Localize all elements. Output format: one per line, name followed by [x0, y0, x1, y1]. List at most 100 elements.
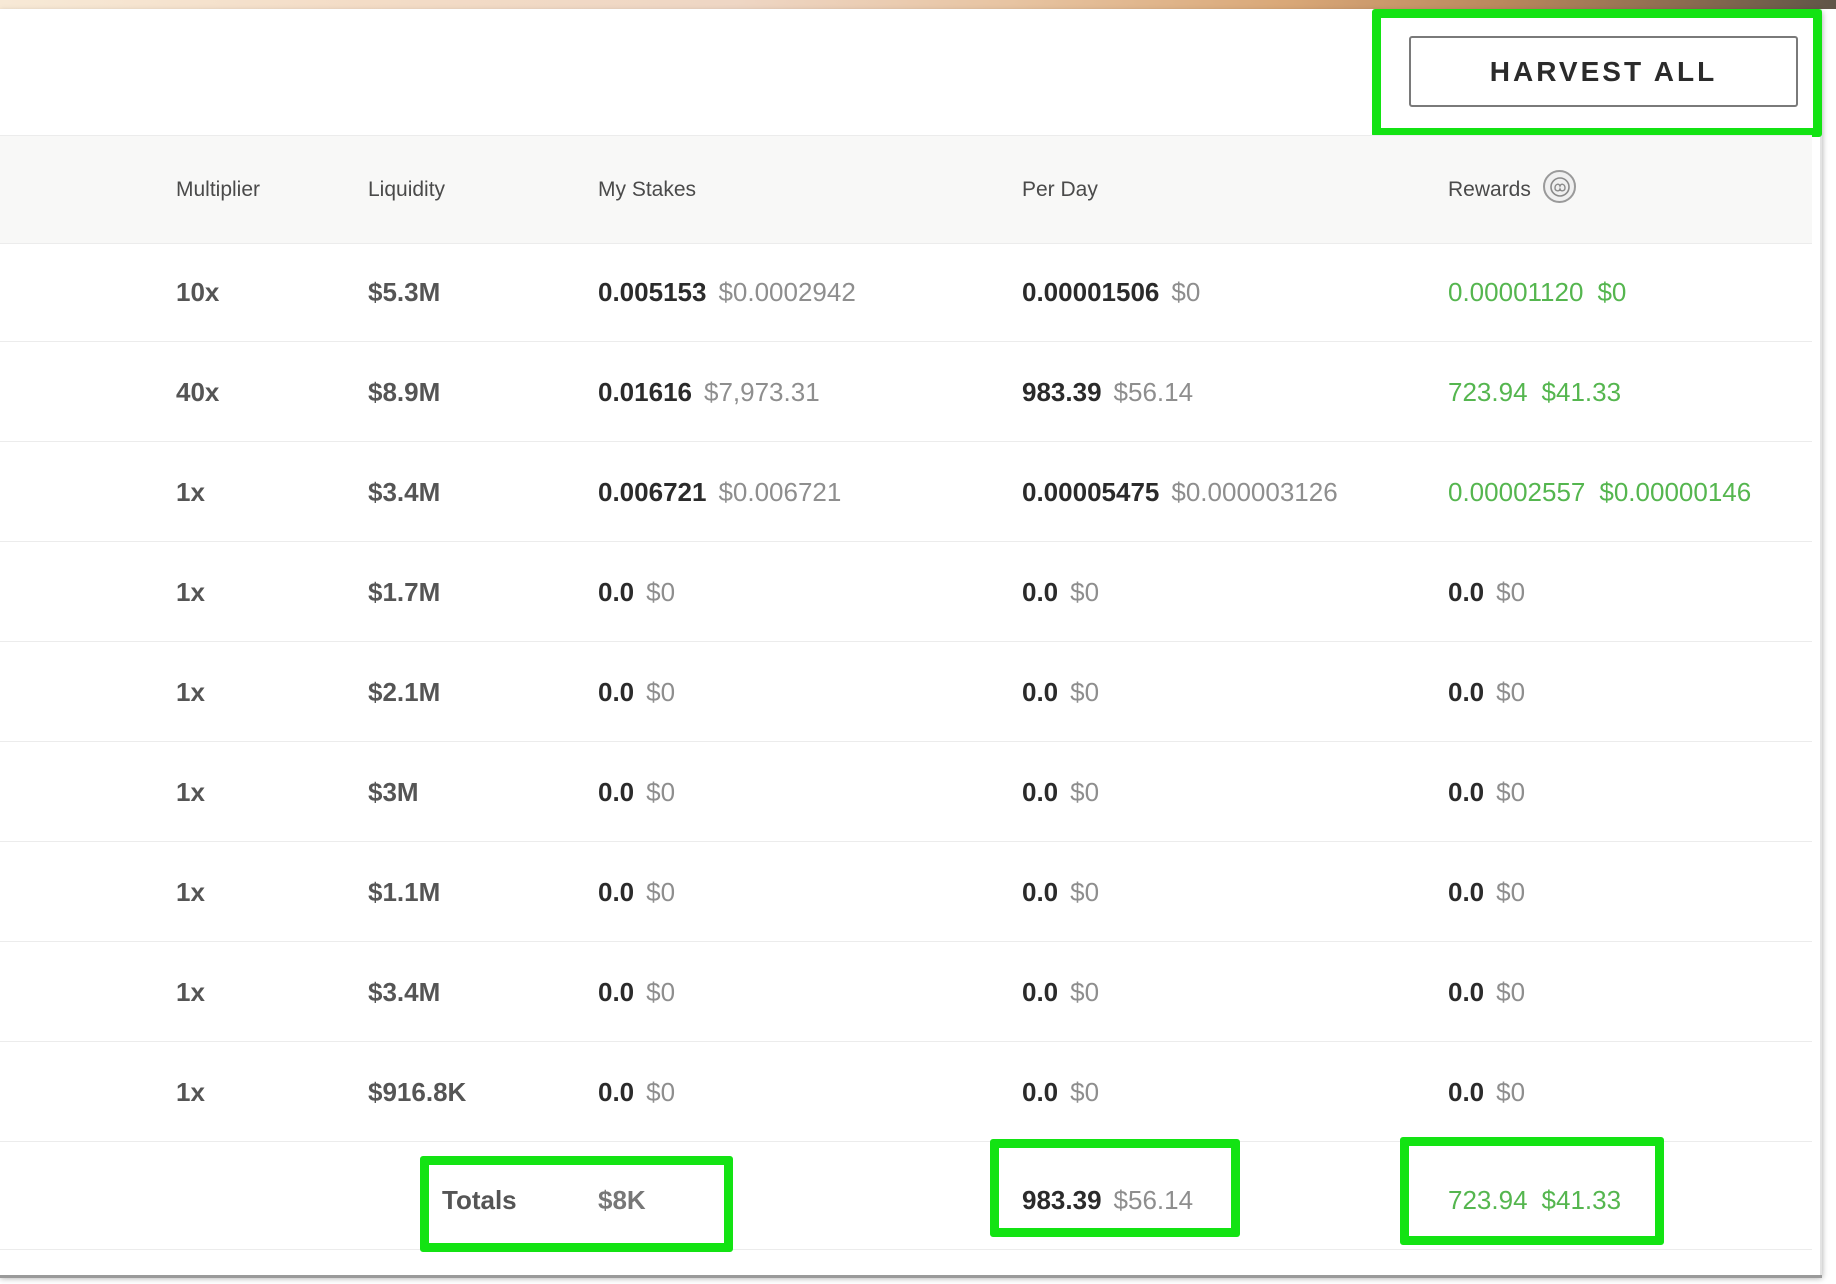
row-reward-usd: $0 [1496, 1077, 1526, 1107]
row-per-day: 0.0 $0 [1022, 1042, 1099, 1142]
row-multiplier: 1x [176, 577, 205, 607]
row-rewards: 0.0 $0 [1448, 542, 1525, 642]
table-row: 1x $2.1M 0.0 $0 0.0 $0 0.0 $0 [0, 642, 1812, 742]
row-rewards: 0.0 $0 [1448, 842, 1525, 942]
header-per-day: Per Day [1022, 178, 1098, 201]
header-liquidity: Liquidity [368, 178, 446, 201]
row-per-day: 0.00005475 $0.000003126 [1022, 442, 1338, 542]
row-stake-usd: $0 [646, 977, 676, 1007]
table-row: 1x $3M 0.0 $0 0.0 $0 0.0 $0 [0, 742, 1812, 842]
row-stake-amount: 0.0 [598, 677, 635, 707]
row-stake-amount: 0.005153 [598, 277, 707, 307]
row-multiplier: 1x [176, 977, 205, 1007]
row-per-day: 0.0 $0 [1022, 742, 1099, 842]
row-multiplier: 10x [176, 277, 220, 307]
row-multiplier: 1x [176, 777, 205, 807]
totals-per-day-usd: $56.14 [1113, 1185, 1194, 1215]
row-stake-amount: 0.006721 [598, 477, 707, 507]
row-reward-usd: $0 [1496, 577, 1526, 607]
row-stake-usd: $0 [646, 577, 676, 607]
row-liquidity: $916.8K [368, 1077, 467, 1107]
totals-row: Totals $8K 983.39 $56.14 723.94 $41.33 [0, 1150, 1812, 1250]
totals-rewards: 723.94 $41.33 [1448, 1150, 1621, 1250]
row-per-day-usd: $0 [1070, 577, 1100, 607]
row-per-day: 0.0 $0 [1022, 542, 1099, 642]
totals-stakes-value: $8K [598, 1185, 646, 1215]
row-per-day-usd: $0.000003126 [1171, 477, 1338, 507]
harvest-all-button[interactable]: HARVEST ALL [1409, 36, 1798, 107]
row-my-stakes: 0.0 $0 [598, 542, 675, 642]
row-per-day: 0.0 $0 [1022, 842, 1099, 942]
table-row: 1x $916.8K 0.0 $0 0.0 $0 0.0 $0 [0, 1042, 1812, 1142]
row-stake-amount: 0.0 [598, 977, 635, 1007]
row-reward-amount: 0.0 [1448, 877, 1485, 907]
row-my-stakes: 0.0 $0 [598, 742, 675, 842]
row-multiplier: 1x [176, 1077, 205, 1107]
row-stake-amount: 0.01616 [598, 377, 692, 407]
row-my-stakes: 0.0 $0 [598, 642, 675, 742]
row-per-day-amount: 0.0 [1022, 577, 1059, 607]
header-multiplier: Multiplier [176, 178, 261, 201]
row-stake-usd: $7,973.31 [703, 377, 820, 407]
row-per-day: 0.00001506 $0 [1022, 242, 1200, 342]
row-reward-usd: $0 [1496, 777, 1526, 807]
row-per-day: 0.0 $0 [1022, 642, 1099, 742]
row-liquidity: $5.3M [368, 277, 441, 307]
row-per-day: 983.39 $56.14 [1022, 342, 1193, 442]
row-liquidity: $8.9M [368, 377, 441, 407]
row-liquidity: $3M [368, 777, 419, 807]
row-liquidity: $2.1M [368, 677, 441, 707]
row-my-stakes: 0.0 $0 [598, 942, 675, 1042]
row-per-day-usd: $0 [1070, 777, 1100, 807]
row-stake-amount: 0.0 [598, 1077, 635, 1107]
row-stake-amount: 0.0 [598, 877, 635, 907]
row-multiplier: 1x [176, 877, 205, 907]
row-reward-amount: 0.0 [1448, 677, 1485, 707]
row-liquidity: $1.1M [368, 877, 441, 907]
totals-label: Totals [442, 1185, 517, 1215]
totals-per-day-amount: 983.39 [1022, 1185, 1102, 1215]
row-stake-usd: $0 [646, 777, 676, 807]
row-reward-amount: 723.94 [1448, 377, 1528, 407]
row-per-day-amount: 0.0 [1022, 1077, 1059, 1107]
row-rewards: 0.00001120 $0 [1448, 242, 1626, 342]
table-row: 10x $5.3M 0.005153 $0.0002942 0.00001506 $0 0.… [0, 242, 1812, 342]
row-stake-usd: $0 [646, 1077, 676, 1107]
row-stake-usd: $0.006721 [718, 477, 842, 507]
row-stake-amount: 0.0 [598, 777, 635, 807]
row-reward-amount: 0.00002557 [1448, 477, 1586, 507]
row-reward-amount: 0.00001120 [1448, 277, 1584, 307]
row-reward-usd: $41.33 [1541, 377, 1622, 407]
row-reward-usd: $0.00000146 [1599, 477, 1752, 507]
header-rewards: Rewards [1448, 178, 1531, 201]
row-reward-amount: 0.0 [1448, 777, 1485, 807]
row-per-day-usd: $0 [1070, 1077, 1100, 1107]
rewards-token-icon[interactable] [1543, 170, 1576, 203]
row-reward-usd: $0 [1496, 877, 1526, 907]
row-per-day-usd: $56.14 [1113, 377, 1194, 407]
totals-rewards-amount: 723.94 [1448, 1185, 1528, 1215]
row-reward-usd: $0 [1496, 677, 1526, 707]
row-liquidity: $3.4M [368, 477, 441, 507]
totals-rewards-usd: $41.33 [1541, 1185, 1622, 1215]
row-per-day-amount: 0.0 [1022, 777, 1059, 807]
totals-per-day: 983.39 $56.14 [1022, 1150, 1193, 1250]
row-rewards: 0.0 $0 [1448, 942, 1525, 1042]
row-stake-amount: 0.0 [598, 577, 635, 607]
row-per-day-amount: 0.00005475 [1022, 477, 1160, 507]
row-stake-usd: $0 [646, 877, 676, 907]
table-row: 1x $1.7M 0.0 $0 0.0 $0 0.0 $0 [0, 542, 1812, 642]
row-my-stakes: 0.0 $0 [598, 1042, 675, 1142]
row-liquidity: $1.7M [368, 577, 441, 607]
row-per-day-amount: 0.0 [1022, 877, 1059, 907]
row-reward-amount: 0.0 [1448, 977, 1485, 1007]
row-stake-usd: $0.0002942 [718, 277, 856, 307]
row-per-day-usd: $0 [1070, 977, 1100, 1007]
row-reward-usd: $0 [1496, 977, 1526, 1007]
row-my-stakes: 0.005153 $0.0002942 [598, 242, 856, 342]
row-per-day-usd: $0 [1070, 677, 1100, 707]
row-liquidity: $3.4M [368, 977, 441, 1007]
row-multiplier: 40x [176, 377, 220, 407]
table-body: 10x $5.3M 0.005153 $0.0002942 0.00001506 $0 0.… [0, 242, 1812, 1142]
row-rewards: 0.0 $0 [1448, 642, 1525, 742]
